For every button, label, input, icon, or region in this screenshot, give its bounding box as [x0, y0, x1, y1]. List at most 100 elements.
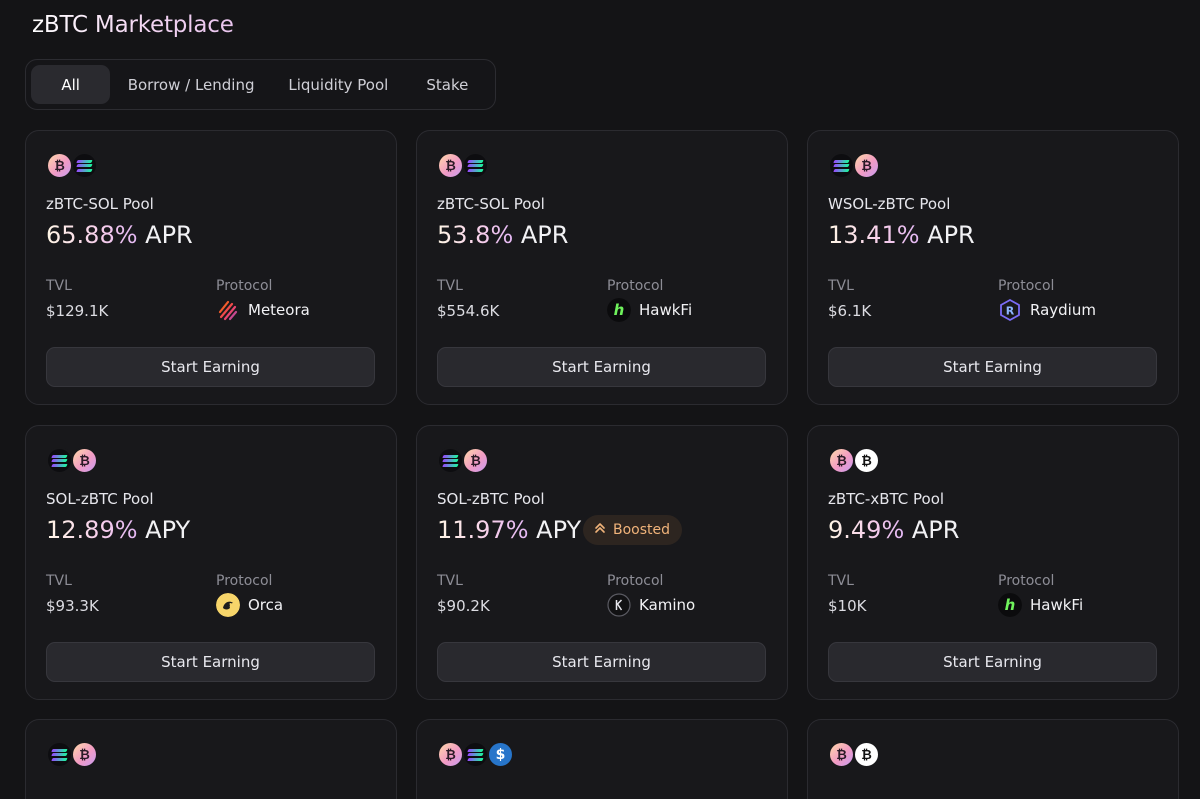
zbtc-token-icon: ₿ [71, 741, 98, 768]
zbtc-token-icon: ₿ [71, 447, 98, 474]
protocol-value: Meteora [216, 298, 310, 322]
tvl-label: TVL [437, 278, 463, 294]
tvl-value: $93.3K [46, 597, 99, 615]
zbtc-token-icon: ₿ [828, 741, 855, 768]
category-tabs: All Borrow / Lending Liquidity Pool Stak… [25, 59, 496, 110]
zbtc-token-icon: ₿ [462, 447, 489, 474]
rate-unit: APY [536, 516, 582, 544]
token-pair-icons: ₿ [46, 741, 98, 769]
pool-card: ₿ SOL-zBTC Pool 12.89% APY TVL $93.3K Pr… [25, 425, 397, 700]
tvl-label: TVL [828, 278, 854, 294]
pool-name: zBTC-SOL Pool [437, 195, 545, 213]
tvl-value: $6.1K [828, 302, 872, 320]
rate-unit: APY [145, 516, 191, 544]
pool-name: SOL-zBTC Pool [437, 490, 545, 508]
tab-all[interactable]: All [31, 65, 111, 104]
zbtc-token-icon: ₿ [437, 741, 464, 768]
tvl-label: TVL [46, 278, 72, 294]
pool-card: ₿ SOL-zBTC Pool 11.97% APY TVL $90.2K Pr… [416, 425, 788, 700]
token-pair-icons: ₿ [437, 447, 489, 475]
rate-value: 9.49% [828, 516, 905, 544]
pool-rate: 13.41% APR [828, 221, 975, 249]
tvl-label: TVL [46, 573, 72, 589]
start-earning-button[interactable]: Start Earning [46, 642, 375, 682]
rate-unit: APR [911, 516, 960, 544]
protocol-value: h HawkFi [607, 298, 692, 322]
token-pair-icons: ₿ ₿ [828, 447, 880, 475]
meteora-logo-icon [216, 298, 240, 322]
sol-token-icon [46, 447, 73, 474]
start-earning-button[interactable]: Start Earning [828, 642, 1157, 682]
pool-card: ₿ $ [416, 719, 788, 799]
zbtc-token-icon: ₿ [437, 152, 464, 179]
boosted-badge: Boosted [583, 515, 683, 545]
page-title: zBTC Marketplace [32, 12, 234, 38]
protocol-name: Meteora [248, 301, 310, 319]
sol-token-icon [462, 741, 489, 768]
tvl-value: $129.1K [46, 302, 109, 320]
raydium-logo-icon: R [998, 298, 1022, 322]
pool-rate: 9.49% APR [828, 516, 959, 544]
tvl-label: TVL [828, 573, 854, 589]
svg-text:h: h [1005, 596, 1016, 614]
protocol-label: Protocol [216, 278, 273, 294]
protocol-name: Kamino [639, 596, 696, 614]
protocol-name: Orca [248, 596, 284, 614]
sol-token-icon [71, 152, 98, 179]
sol-token-icon [46, 741, 73, 768]
pool-name: zBTC-SOL Pool [46, 195, 154, 213]
protocol-label: Protocol [607, 278, 664, 294]
protocol-name: HawkFi [1030, 596, 1084, 614]
svg-text:R: R [1006, 305, 1015, 318]
boosted-label: Boosted [613, 522, 671, 538]
pool-card: ₿ ₿ zBTC-xBTC Pool 9.49% APR TVL $10K Pro… [807, 425, 1179, 700]
tab-stake[interactable]: Stake [405, 65, 490, 104]
token-pair-icons: ₿ [46, 152, 98, 180]
zbtc-token-icon: ₿ [828, 447, 855, 474]
rate-value: 65.88% [46, 221, 138, 249]
pool-rate: 11.97% APY [437, 516, 581, 544]
pool-rate: 53.8% APR [437, 221, 568, 249]
start-earning-button[interactable]: Start Earning [828, 347, 1157, 387]
token-pair-icons: ₿ [46, 447, 98, 475]
tvl-value: $90.2K [437, 597, 490, 615]
pool-card: ₿ [25, 719, 397, 799]
pool-rate: 12.89% APY [46, 516, 190, 544]
xbtc-token-icon: ₿ [853, 447, 880, 474]
rate-value: 53.8% [437, 221, 514, 249]
protocol-name: Raydium [1030, 301, 1096, 319]
protocol-label: Protocol [216, 573, 273, 589]
kamino-logo-icon [607, 593, 631, 617]
xbtc-token-icon: ₿ [853, 741, 880, 768]
tvl-value: $10K [828, 597, 867, 615]
sol-token-icon [462, 152, 489, 179]
double-chevron-up-icon [593, 521, 607, 539]
rate-unit: APR [927, 221, 975, 249]
svg-text:h: h [614, 301, 625, 319]
pool-name: WSOL-zBTC Pool [828, 195, 951, 213]
protocol-value: Kamino [607, 593, 695, 617]
token-pair-icons: ₿ $ [437, 741, 514, 769]
hawkfi-logo-icon: h [998, 593, 1022, 617]
rate-unit: APR [520, 221, 569, 249]
pool-card: ₿ zBTC-SOL Pool 53.8% APR TVL $554.6K Pr… [416, 130, 788, 405]
pool-card: ₿ zBTC-SOL Pool 65.88% APR TVL $129.1K P… [25, 130, 397, 405]
protocol-label: Protocol [998, 278, 1055, 294]
zbtc-token-icon: ₿ [46, 152, 73, 179]
start-earning-button[interactable]: Start Earning [437, 347, 766, 387]
protocol-label: Protocol [998, 573, 1055, 589]
token-pair-icons: ₿ [437, 152, 489, 180]
protocol-name: HawkFi [639, 301, 693, 319]
protocol-value: Orca [216, 593, 283, 617]
rate-value: 13.41% [828, 221, 920, 249]
start-earning-button[interactable]: Start Earning [437, 642, 766, 682]
pool-name: zBTC-xBTC Pool [828, 490, 945, 508]
tab-liquidity-pool[interactable]: Liquidity Pool [272, 65, 405, 104]
protocol-value: R Raydium [998, 298, 1096, 322]
usdc-token-icon: $ [487, 741, 514, 768]
start-earning-button[interactable]: Start Earning [46, 347, 375, 387]
pool-rate: 65.88% APR [46, 221, 193, 249]
rate-unit: APR [145, 221, 193, 249]
tab-borrow-lending[interactable]: Borrow / Lending [110, 65, 272, 104]
sol-token-icon [437, 447, 464, 474]
